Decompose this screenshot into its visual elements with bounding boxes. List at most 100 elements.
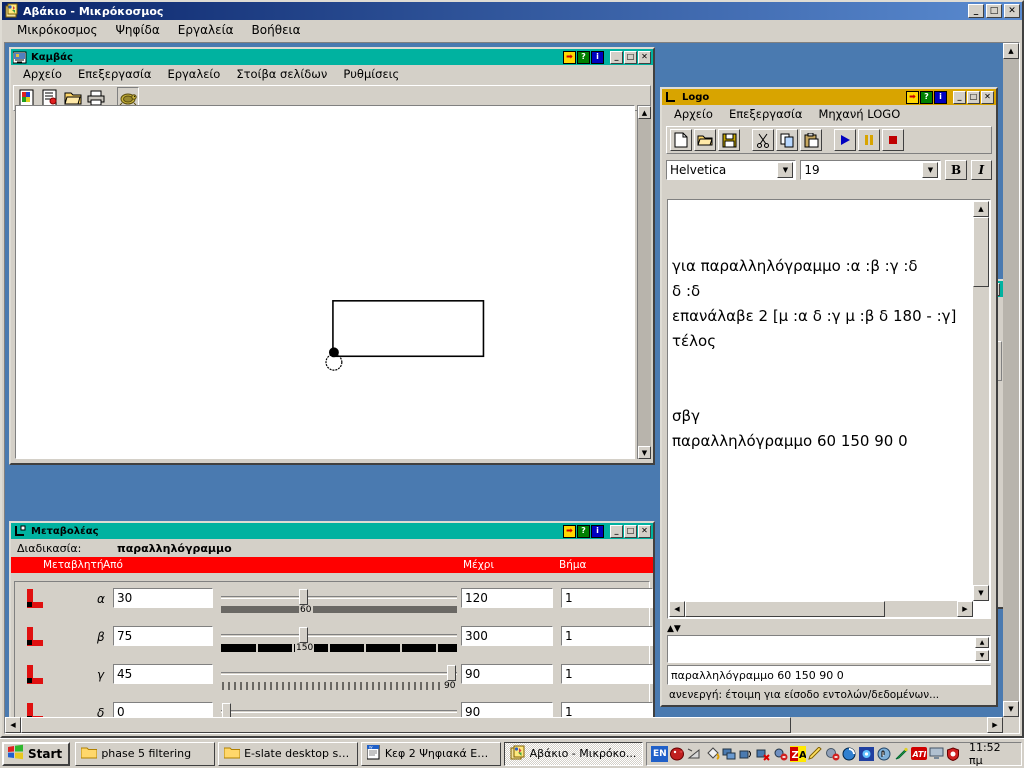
- bold-button[interactable]: B: [945, 160, 967, 180]
- mdi-hscroll-thumb[interactable]: [21, 717, 791, 733]
- minimize-button[interactable]: _: [968, 4, 984, 18]
- open-file-icon[interactable]: [694, 129, 716, 151]
- canvas-menu-epexergasia[interactable]: Επεξεργασία: [70, 66, 159, 82]
- variable-from-input[interactable]: 75: [113, 626, 213, 646]
- canvas-menu-ergaleio[interactable]: Εργαλείο: [159, 66, 228, 82]
- logo-close-button[interactable]: ✕: [981, 90, 994, 104]
- copy-icon[interactable]: [776, 129, 798, 151]
- dragon-icon[interactable]: [670, 746, 685, 762]
- slider-thumb[interactable]: [447, 665, 456, 681]
- logo-command-input[interactable]: παραλληλόγραμμο 60 150 90 0: [667, 665, 991, 685]
- main-titlebar[interactable]: Αβάκιο - Μικρόκοσμος _ □ ✕: [2, 2, 1022, 20]
- editor-scroll-down-button[interactable]: ▼: [973, 585, 989, 601]
- editor-scroll-right-button[interactable]: ▶: [957, 601, 973, 617]
- hand-icon[interactable]: [877, 746, 892, 762]
- mdi-vscroll-track[interactable]: [1003, 59, 1019, 701]
- var-close-button[interactable]: ✕: [638, 524, 651, 538]
- scan-blue-icon[interactable]: [842, 746, 857, 762]
- target-icon[interactable]: [859, 746, 875, 762]
- splitter-down-icon[interactable]: ▼: [674, 624, 681, 634]
- pause-icon[interactable]: [858, 129, 880, 151]
- canvas-scroll-up-button[interactable]: ▲: [638, 106, 651, 119]
- editor-vscroll-thumb[interactable]: [973, 217, 989, 287]
- network-icon[interactable]: [722, 746, 737, 762]
- start-button[interactable]: Start: [2, 741, 71, 766]
- ati-icon[interactable]: ATI: [910, 746, 927, 762]
- shield-icon[interactable]: [946, 746, 961, 762]
- slider-icon[interactable]: [25, 588, 47, 612]
- font-family-select[interactable]: Helvetica ▼: [666, 160, 797, 180]
- network-disconnected-icon[interactable]: [756, 746, 771, 762]
- chevron-down-icon[interactable]: ▼: [777, 162, 794, 178]
- canvas-titlebar[interactable]: Καμβάς ➡ ? i _ □ ✕: [11, 49, 653, 65]
- forward-button[interactable]: ➡: [563, 50, 576, 64]
- network-wireless-icon[interactable]: [739, 746, 754, 762]
- logo-code-editor[interactable]: για παραλληλόγραμμο :α :β :γ :δ δ :δ επα…: [667, 199, 991, 619]
- variable-to-input[interactable]: 120: [461, 588, 553, 608]
- variable-to-input[interactable]: 300: [461, 626, 553, 646]
- variable-step-input[interactable]: 1: [561, 588, 653, 608]
- variable-step-input[interactable]: 1: [561, 664, 653, 684]
- canvas-minimize-button[interactable]: _: [610, 50, 623, 64]
- editor-horizontal-scrollbar[interactable]: ◀ ▶: [669, 601, 973, 617]
- logo-splitter[interactable]: ▲ ▼: [667, 623, 991, 635]
- variable-slider[interactable]: 150: [221, 624, 457, 656]
- canvas-menu-stoiva-selidon[interactable]: Στοίβα σελίδων: [228, 66, 335, 82]
- za-icon[interactable]: ZA: [790, 745, 807, 762]
- stop-icon[interactable]: [882, 129, 904, 151]
- help-button[interactable]: ?: [577, 50, 590, 64]
- canvas-drawing-area[interactable]: [15, 105, 635, 459]
- mdi-scroll-left-button[interactable]: ◀: [5, 717, 21, 733]
- logo-info-button[interactable]: i: [934, 90, 947, 104]
- var-minimize-button[interactable]: _: [610, 524, 623, 538]
- taskbar-item-eslate[interactable]: E-slate desktop stuff: [218, 741, 358, 766]
- save-file-icon[interactable]: [718, 129, 740, 151]
- italic-button[interactable]: I: [970, 160, 993, 180]
- clock[interactable]: 11:52 πμ: [969, 741, 1015, 767]
- history-scroll-down-button[interactable]: ▼: [975, 650, 989, 661]
- var-forward-button[interactable]: ➡: [563, 524, 576, 538]
- variable-titlebar[interactable]: Μεταβολέας ➡ ? i _ □ ✕: [11, 523, 653, 539]
- canvas-menu-arxeio[interactable]: Αρχείο: [15, 66, 70, 82]
- canvas-scroll-down-button[interactable]: ▼: [638, 446, 651, 459]
- menu-psifida[interactable]: Ψηφίδα: [106, 21, 168, 39]
- mdi-scroll-right-button[interactable]: ▶: [987, 717, 1003, 733]
- slider-icon[interactable]: [25, 626, 47, 650]
- mdi-scroll-up-button[interactable]: ▲: [1003, 43, 1019, 59]
- mdi-vertical-scrollbar[interactable]: ▲ ▼: [1003, 43, 1019, 717]
- taskbar-item-phase5[interactable]: phase 5 filtering: [75, 741, 216, 766]
- cut-icon[interactable]: [752, 129, 774, 151]
- canvas-scroll-track[interactable]: [638, 119, 651, 446]
- run-icon[interactable]: [834, 129, 856, 151]
- slider-thumb[interactable]: [299, 627, 308, 643]
- logo-help-button[interactable]: ?: [920, 90, 933, 104]
- editor-scroll-left-button[interactable]: ◀: [669, 601, 685, 617]
- editor-scroll-up-button[interactable]: ▲: [973, 201, 989, 217]
- logo-menu-mixani-logo[interactable]: Μηχανή LOGO: [810, 106, 908, 122]
- var-info-button[interactable]: i: [591, 524, 604, 538]
- scan-icon[interactable]: [773, 746, 788, 762]
- taskbar-item-word-doc[interactable]: W Κεφ 2 Ψηφιακά Εργα...: [360, 741, 501, 766]
- variable-slider[interactable]: 90: [221, 662, 457, 694]
- canvas-maximize-button[interactable]: □: [624, 50, 637, 64]
- canvas-vertical-scrollbar[interactable]: ▲ ▼: [637, 105, 651, 459]
- logo-menu-epexergasia[interactable]: Επεξεργασία: [721, 106, 810, 122]
- logo-forward-button[interactable]: ➡: [906, 90, 919, 104]
- canvas-close-button[interactable]: ✕: [638, 50, 651, 64]
- splitter-up-icon[interactable]: ▲: [667, 624, 674, 634]
- pen-icon[interactable]: [894, 746, 909, 762]
- info-button[interactable]: i: [591, 50, 604, 64]
- var-maximize-button[interactable]: □: [624, 524, 637, 538]
- slider-icon[interactable]: [25, 664, 47, 688]
- slider-thumb[interactable]: [299, 589, 308, 605]
- shape-icon[interactable]: [687, 746, 702, 762]
- logo-minimize-button[interactable]: _: [953, 90, 966, 104]
- canvas-menu-rythmiseis[interactable]: Ρυθμίσεις: [335, 66, 407, 82]
- disable-icon[interactable]: [825, 746, 840, 762]
- variable-step-input[interactable]: 1: [561, 626, 653, 646]
- close-button[interactable]: ✕: [1004, 4, 1020, 18]
- maximize-button[interactable]: □: [986, 4, 1002, 18]
- font-size-select[interactable]: 19 ▼: [800, 160, 942, 180]
- new-file-icon[interactable]: [670, 129, 692, 151]
- chevron-down-icon[interactable]: ▼: [922, 162, 939, 178]
